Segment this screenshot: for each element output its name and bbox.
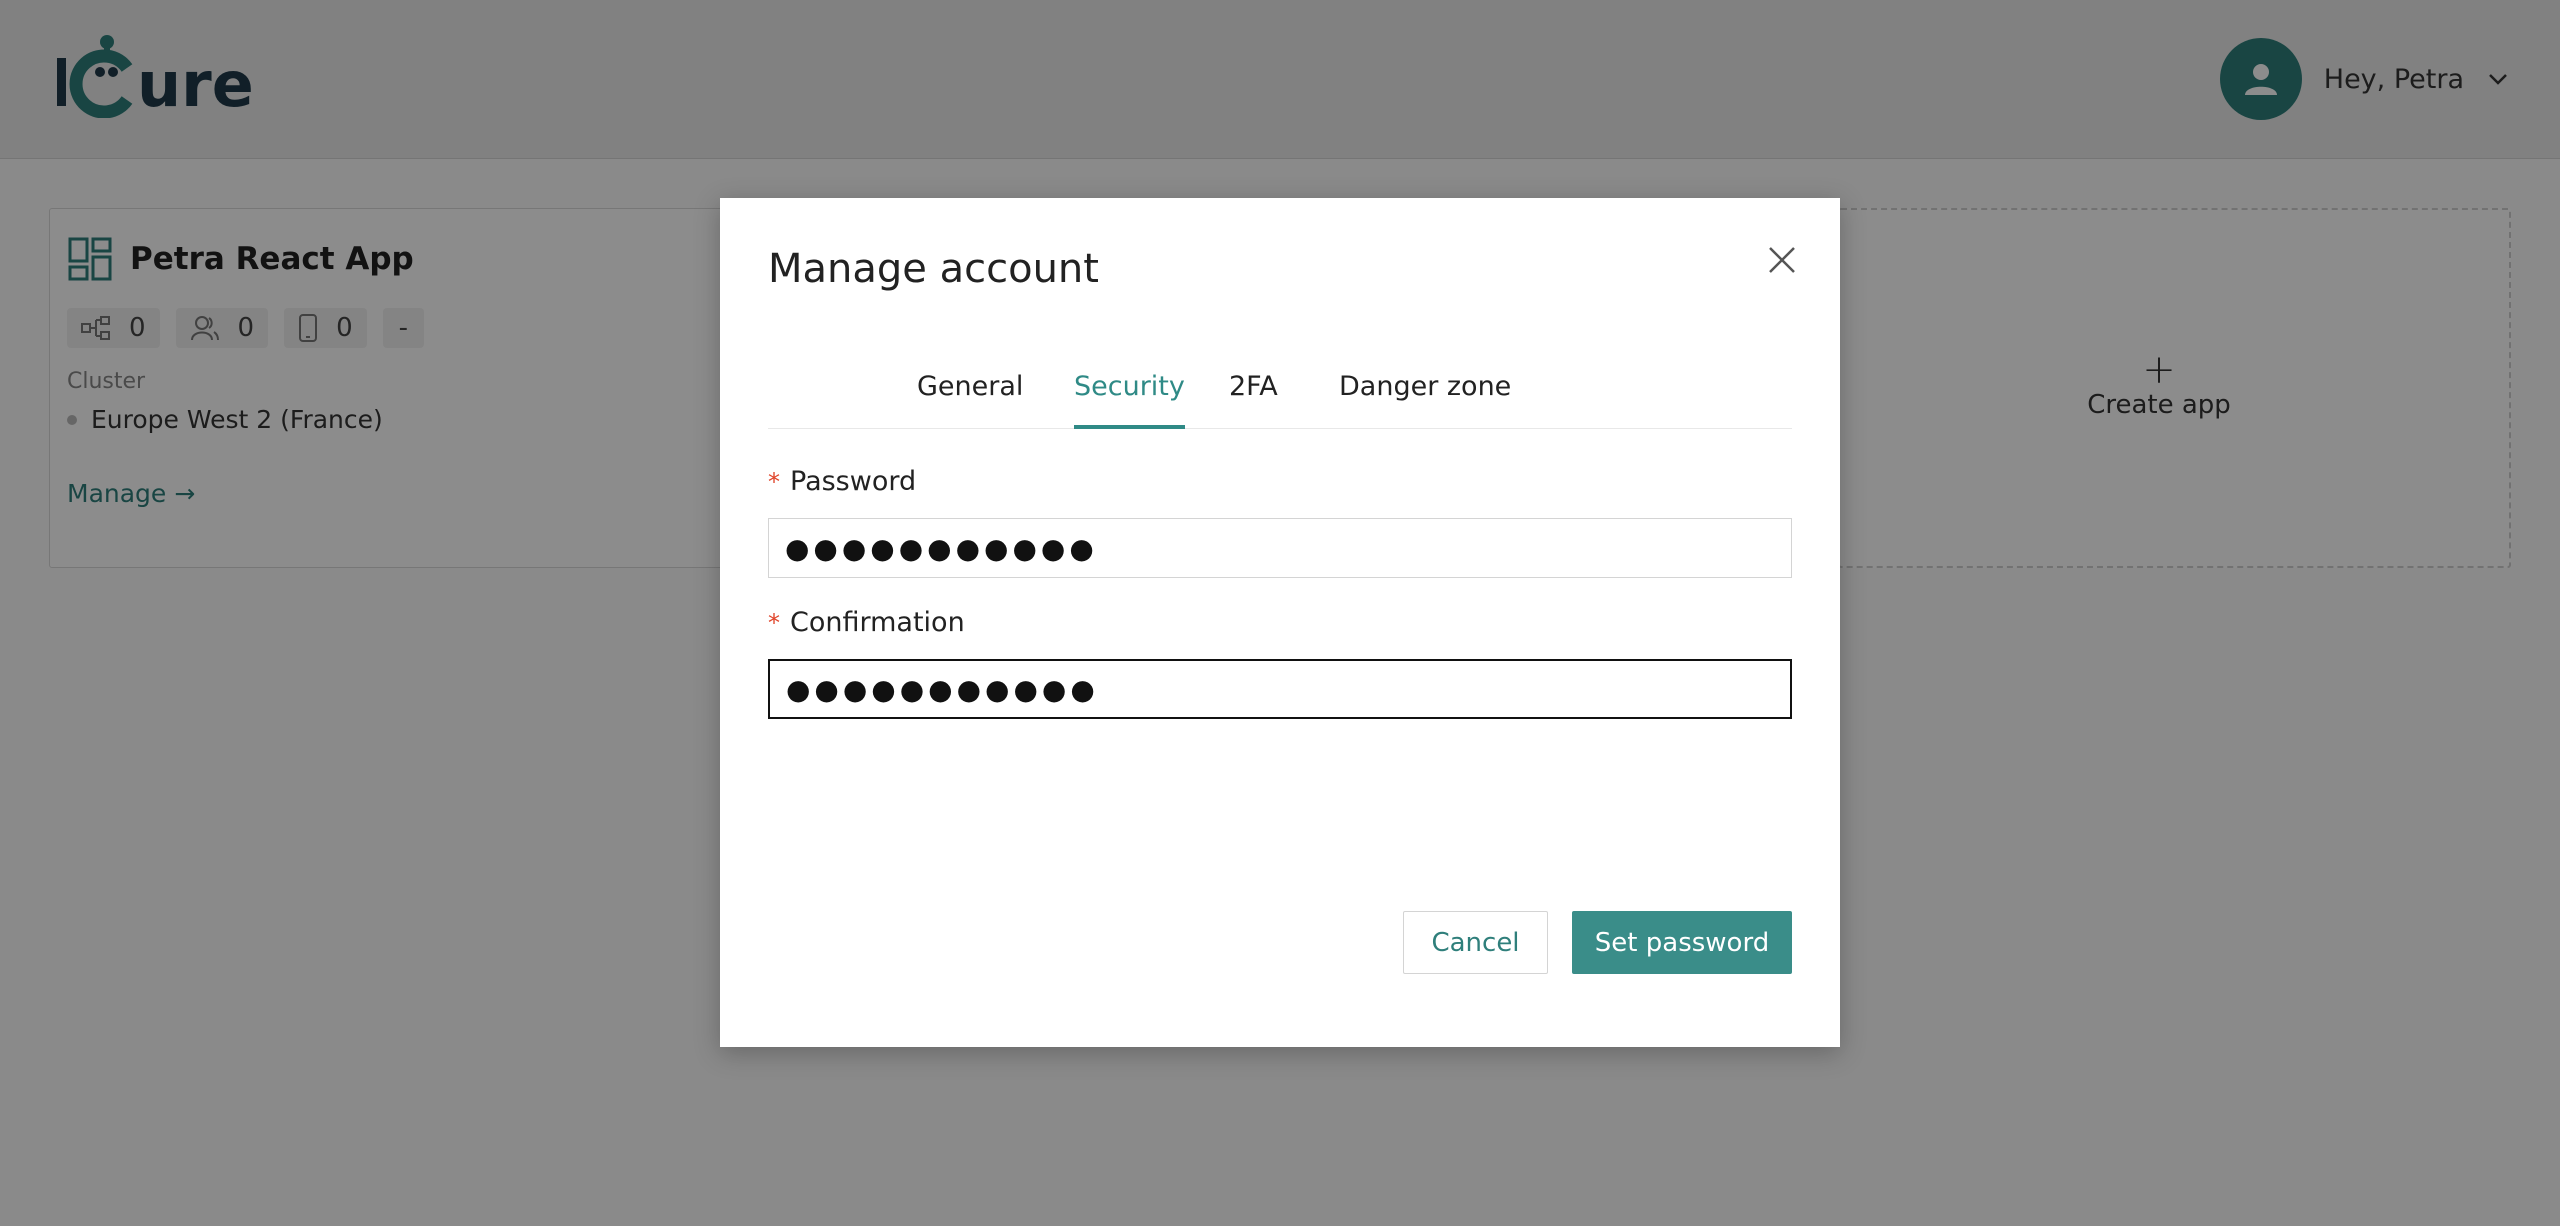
tab-security-label: Security (1074, 371, 1185, 402)
tab-danger-zone-label: Danger zone (1339, 371, 1512, 402)
set-password-button[interactable]: Set password (1572, 911, 1792, 974)
password-label-text: Password (790, 466, 917, 497)
required-mark: * (768, 608, 780, 637)
confirmation-label-text: Confirmation (790, 607, 965, 638)
dialog-title: Manage account (768, 246, 1099, 292)
confirmation-input[interactable] (768, 659, 1792, 719)
tab-danger-zone[interactable]: Danger zone (1339, 363, 1511, 429)
manage-account-dialog: Manage account General Security 2FA Dang… (720, 198, 1840, 1047)
dialog-tabs: General Security 2FA Danger zone (768, 363, 1792, 429)
close-button[interactable] (1762, 240, 1802, 280)
tab-general-label: General (917, 371, 1024, 402)
tab-2fa[interactable]: 2FA (1229, 363, 1278, 429)
tab-security[interactable]: Security (1074, 363, 1185, 429)
tab-general[interactable]: General (917, 363, 1023, 429)
required-mark: * (768, 467, 780, 496)
cancel-button[interactable]: Cancel (1403, 911, 1548, 974)
password-input[interactable] (768, 518, 1792, 578)
tab-2fa-label: 2FA (1229, 371, 1278, 402)
close-icon (1769, 247, 1795, 273)
confirmation-label: * Confirmation (768, 607, 965, 638)
password-label: * Password (768, 466, 916, 497)
